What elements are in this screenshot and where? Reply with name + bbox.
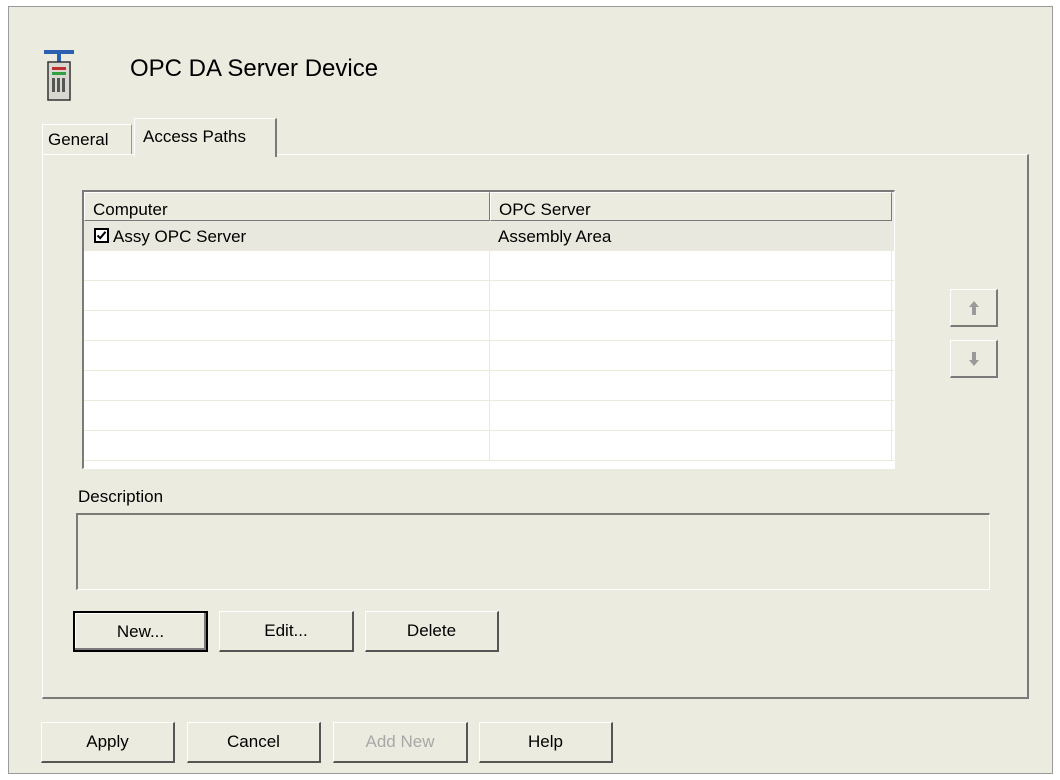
add-new-button[interactable]: Add New: [333, 722, 468, 763]
table-row-empty: [84, 281, 894, 311]
server-device-icon: [44, 50, 74, 102]
cell-opc-server: Assembly Area: [490, 221, 892, 250]
new-button[interactable]: New...: [73, 611, 208, 652]
enabled-checkbox[interactable]: [94, 228, 109, 243]
access-paths-list[interactable]: Computer OPC Server Assy OPC Server Asse…: [82, 190, 895, 469]
help-button[interactable]: Help: [479, 722, 613, 763]
page-title: OPC DA Server Device: [130, 55, 379, 82]
tab-general-label: General: [48, 130, 109, 149]
table-row-empty: [84, 311, 894, 341]
check-icon: [96, 231, 107, 240]
tab-access-paths-label: Access Paths: [143, 127, 246, 146]
edit-button[interactable]: Edit...: [219, 611, 354, 652]
table-row-empty: [84, 431, 894, 461]
tab-access-paths[interactable]: Access Paths: [134, 118, 277, 157]
description-field[interactable]: [76, 513, 990, 590]
cell-computer: Assy OPC Server: [84, 221, 490, 250]
column-header-opc-server[interactable]: OPC Server: [490, 192, 892, 221]
cancel-button[interactable]: Cancel: [187, 722, 321, 763]
computer-name: Assy OPC Server: [113, 227, 247, 246]
column-header-computer[interactable]: Computer: [84, 192, 490, 221]
tab-general[interactable]: General: [42, 124, 132, 155]
table-row-empty: [84, 371, 894, 401]
table-row[interactable]: Assy OPC Server Assembly Area: [84, 221, 894, 251]
move-down-icon: [968, 351, 979, 366]
description-label: Description: [78, 487, 164, 506]
table-row-empty: [84, 341, 894, 371]
table-row-empty: [84, 251, 894, 281]
table-row-empty: [84, 401, 894, 431]
move-down-button[interactable]: [950, 340, 998, 378]
delete-button[interactable]: Delete: [365, 611, 499, 652]
list-header: Computer OPC Server: [84, 192, 894, 221]
apply-button[interactable]: Apply: [41, 722, 175, 763]
move-up-button[interactable]: [950, 289, 998, 327]
move-up-icon: [968, 300, 979, 315]
